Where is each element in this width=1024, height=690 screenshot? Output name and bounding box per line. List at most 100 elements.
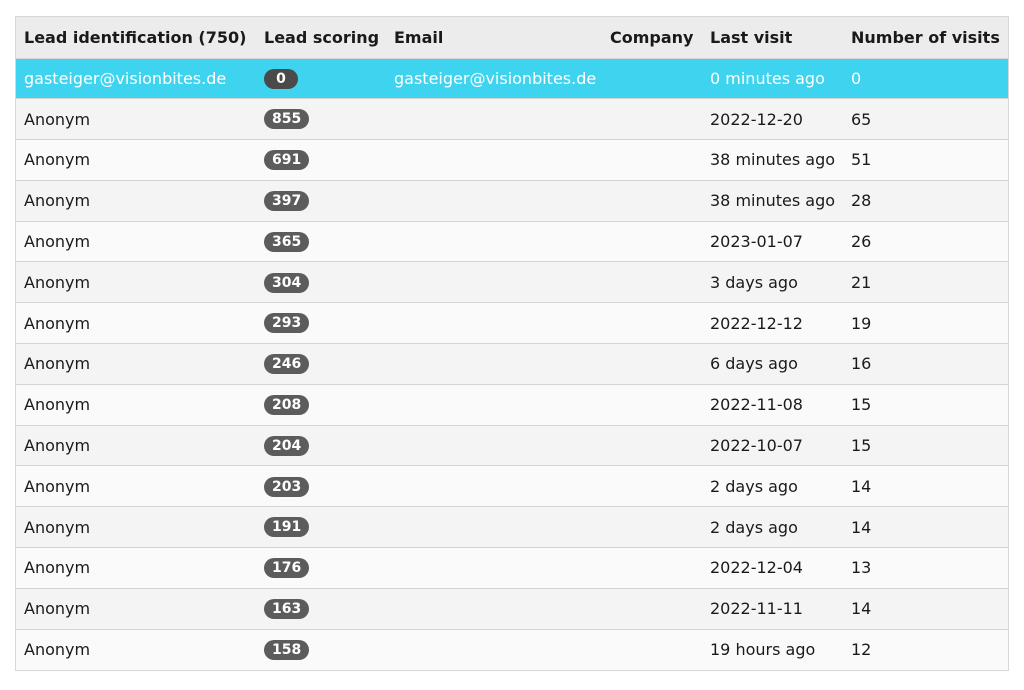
table-row[interactable]: Anonym 293 2022-12-12 19 bbox=[16, 302, 1008, 345]
cell-lead-identification: Anonym bbox=[24, 640, 91, 660]
lead-score-badge: 204 bbox=[264, 435, 310, 456]
cell-email: gasteiger@visionbites.de bbox=[386, 58, 602, 100]
cell-last-visit: 38 minutes ago bbox=[702, 180, 843, 222]
table-row[interactable]: Anonym 208 2022-11-08 15 bbox=[16, 384, 1008, 426]
cell-lead-identification: Anonym bbox=[16, 588, 256, 630]
table-row[interactable]: gasteiger@visionbites.de 0 gasteiger@visio… bbox=[16, 58, 1008, 100]
table-row[interactable]: Anonym 158 19 hours ago 12 bbox=[16, 629, 1008, 670]
cell-company bbox=[602, 547, 702, 589]
cell-last-visit: 19 hours ago bbox=[710, 640, 816, 660]
header-email[interactable]: Email bbox=[386, 17, 602, 59]
lead-score-badge: 0 bbox=[264, 68, 298, 89]
cell-email bbox=[386, 302, 602, 345]
header-lead-scoring[interactable]: Lead scoring bbox=[256, 17, 386, 59]
cell-last-visit: 2 days ago bbox=[702, 506, 843, 549]
table-header: Lead identification (750) Lead scoring E… bbox=[16, 17, 1008, 59]
table-row[interactable]: Anonym 691 38 minutes ago 51 bbox=[16, 139, 1008, 181]
lead-score-badge: 163 bbox=[264, 599, 310, 619]
cell-company bbox=[602, 343, 702, 385]
lead-score-badge: 855 bbox=[264, 109, 310, 130]
cell-lead-identification: Anonym bbox=[16, 425, 256, 467]
lead-score-badge: 397 bbox=[264, 191, 310, 212]
cell-lead-scoring: 176 bbox=[256, 547, 386, 589]
cell-company bbox=[602, 506, 702, 549]
cell-lead-scoring: 246 bbox=[256, 343, 386, 385]
table-row[interactable]: Anonym 203 2 days ago 14 bbox=[16, 465, 1008, 508]
header-row: Lead identification (750) Lead scoring E… bbox=[16, 17, 1008, 59]
cell-lead-identification: Anonym bbox=[16, 221, 256, 263]
cell-company bbox=[602, 425, 702, 467]
cell-company bbox=[602, 139, 702, 181]
table-row[interactable]: Anonym 397 38 minutes ago 28 bbox=[16, 180, 1008, 222]
cell-last-visit: 2022-10-07 bbox=[702, 425, 843, 467]
cell-number-of-visits: 21 bbox=[843, 261, 1008, 304]
table-body: gasteiger@visionbites.de 0 gasteiger@visio… bbox=[16, 58, 1008, 670]
cell-lead-identification: Anonym bbox=[16, 506, 256, 549]
cell-company bbox=[602, 629, 702, 670]
cell-number-of-visits: 15 bbox=[843, 384, 1008, 426]
cell-lead-scoring: 163 bbox=[256, 588, 386, 630]
cell-lead-scoring: 158 bbox=[256, 629, 386, 670]
lead-score-badge: 246 bbox=[264, 354, 310, 375]
cell-lead-identification: Anonym bbox=[16, 261, 256, 304]
cell-company bbox=[602, 302, 702, 345]
cell-number-of-visits: 28 bbox=[843, 180, 1008, 222]
cell-lead-scoring: 208 bbox=[256, 384, 386, 426]
cell-lead-scoring: 397 bbox=[256, 180, 386, 222]
header-last-visit[interactable]: Last visit bbox=[702, 17, 843, 59]
cell-lead-identification: Anonym bbox=[16, 343, 256, 385]
cell-last-visit: 38 minutes ago bbox=[702, 139, 843, 181]
table-row[interactable]: Anonym 246 6 days ago 16 bbox=[16, 343, 1008, 385]
cell-number-of-visits: 19 bbox=[843, 302, 1008, 345]
cell-email bbox=[386, 547, 602, 589]
leads-table-container: Lead identification (750) Lead scoring E… bbox=[15, 16, 1009, 671]
cell-email bbox=[386, 588, 602, 630]
cell-lead-scoring: 293 bbox=[256, 302, 386, 345]
cell-number-of-visits: 14 bbox=[843, 588, 1008, 630]
table-row[interactable]: Anonym 191 2 days ago 14 bbox=[16, 506, 1008, 549]
lead-score-badge: 176 bbox=[264, 558, 310, 579]
cell-lead-scoring: 365 bbox=[256, 221, 386, 263]
cell-lead-identification: Anonym bbox=[16, 98, 256, 141]
lead-score-badge: 203 bbox=[264, 476, 310, 497]
cell-number-of-visits: 26 bbox=[843, 221, 1008, 263]
cell-lead-scoring: 203 bbox=[256, 465, 386, 508]
cell-email bbox=[386, 98, 602, 141]
cell-lead-scoring: 855 bbox=[256, 98, 386, 141]
table-row[interactable]: Anonym 365 2023-01-07 26 bbox=[16, 221, 1008, 263]
cell-lead-scoring: 0 bbox=[256, 58, 386, 100]
header-lead-identification[interactable]: Lead identification (750) bbox=[16, 17, 256, 59]
cell-number-of-visits: 13 bbox=[843, 547, 1008, 589]
cell-lead-scoring: 691 bbox=[256, 139, 386, 181]
cell-number-of-visits: 16 bbox=[843, 343, 1008, 385]
table-row[interactable]: Anonym 304 3 days ago 21 bbox=[16, 261, 1008, 304]
leads-table: Lead identification (750) Lead scoring E… bbox=[16, 17, 1008, 670]
cell-company bbox=[602, 180, 702, 222]
cell-lead-identification: Anonym bbox=[16, 384, 256, 426]
table-row[interactable]: Anonym 176 2022-12-04 13 bbox=[16, 547, 1008, 589]
cell-company bbox=[602, 465, 702, 508]
cell-last-visit: 2022-12-04 bbox=[702, 547, 843, 589]
table-row[interactable]: Anonym 204 2022-10-07 15 bbox=[16, 425, 1008, 467]
cell-number-of-visits: 65 bbox=[843, 98, 1008, 141]
cell-email bbox=[386, 139, 602, 181]
cell-last-visit: 6 days ago bbox=[702, 343, 843, 385]
cell-company bbox=[602, 58, 702, 100]
lead-score-badge: 304 bbox=[264, 272, 310, 293]
cell-number-of-visits: 14 bbox=[843, 506, 1008, 549]
cell-email bbox=[386, 343, 602, 385]
cell-company bbox=[602, 98, 702, 141]
header-company[interactable]: Company bbox=[602, 17, 702, 59]
cell-email bbox=[386, 629, 602, 670]
table-row[interactable]: Anonym 163 2022-11-11 14 bbox=[16, 588, 1008, 630]
cell-email bbox=[386, 506, 602, 549]
cell-lead-scoring: 304 bbox=[256, 261, 386, 304]
cell-number-of-visits: 15 bbox=[843, 425, 1008, 467]
table-row[interactable]: Anonym 855 2022-12-20 65 bbox=[16, 98, 1008, 141]
cell-last-visit: 2022-12-12 bbox=[702, 302, 843, 345]
cell-last-visit: 0 minutes ago bbox=[702, 58, 843, 100]
cell-number-of-visits: 14 bbox=[843, 465, 1008, 508]
cell-last-visit: 2022-11-08 bbox=[702, 384, 843, 426]
header-number-of-visits[interactable]: Number of visits bbox=[843, 17, 1008, 59]
lead-score-badge: 293 bbox=[264, 313, 310, 334]
